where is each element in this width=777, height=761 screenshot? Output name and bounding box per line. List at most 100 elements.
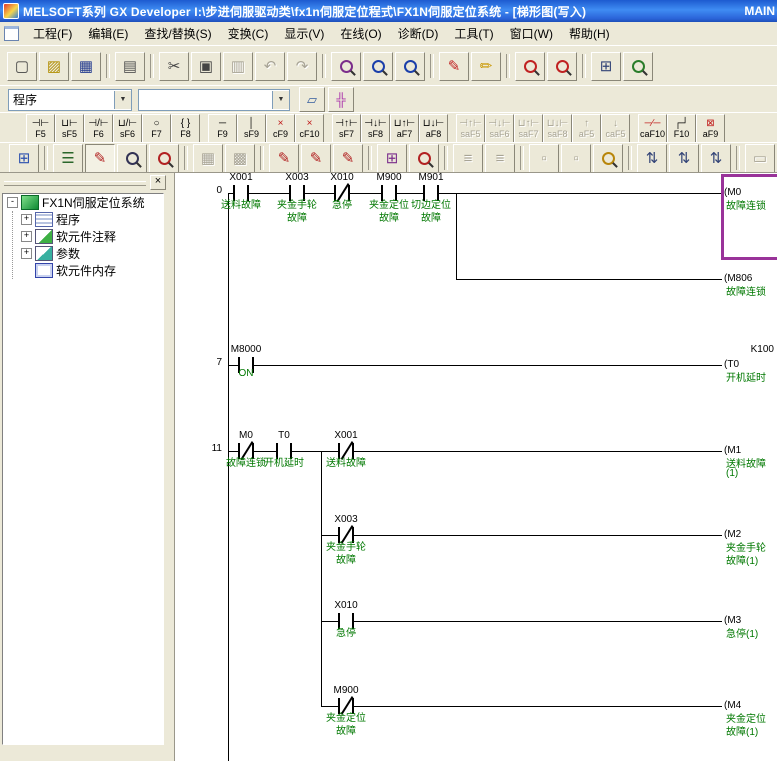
print-button[interactable]: ▤ (115, 52, 145, 81)
zoom-out-button[interactable] (515, 52, 545, 81)
menu-item[interactable]: 诊断(D) (390, 22, 447, 45)
fkey-aF8-button[interactable]: ⊔↓⊢aF8 (419, 114, 448, 143)
ladder-edit-button[interactable]: ✎ (439, 52, 469, 81)
menu-item[interactable]: 帮助(H) (561, 22, 618, 45)
menu-item[interactable]: 查找/替换(S) (136, 22, 219, 45)
tree-root-item[interactable]: -FX1N伺服定位系统 (3, 194, 163, 211)
fkey-sF7-button[interactable]: ⊣↑⊢sF7 (332, 114, 361, 143)
tree-item[interactable]: +参数 (15, 245, 163, 262)
menu-item[interactable]: 工具(T) (446, 22, 501, 45)
paste-button[interactable]: ▥ (223, 52, 253, 81)
fkey-F6-button[interactable]: ⊣/⊢F6 (84, 114, 113, 143)
mdi-child-icon[interactable] (4, 26, 19, 41)
fkey-saF8-button[interactable]: ⊔↓⊢saF8 (543, 114, 572, 143)
fkey-F8-button[interactable]: { }F8 (171, 114, 200, 143)
program-combo[interactable]: 程序 ▼ (8, 89, 132, 111)
cut-button[interactable]: ✂ (159, 52, 189, 81)
tree-expander[interactable]: + (21, 231, 32, 242)
close-panel-button[interactable]: × (150, 175, 166, 190)
comment-display-button[interactable]: ☰ (53, 144, 83, 173)
redo-button[interactable]: ↷ (287, 52, 317, 81)
parallel-closed-contact-icon: ⊔/⊢ (118, 118, 137, 129)
tree-expander[interactable]: - (7, 197, 18, 208)
fkey-sF6-button[interactable]: ⊔/⊢sF6 (113, 114, 142, 143)
tree-item[interactable]: +软元件注释 (15, 228, 163, 245)
statement-edit-button[interactable]: ✎ (85, 144, 115, 173)
find-button[interactable] (331, 52, 361, 81)
program-grid-icon: ⊞ (386, 151, 399, 166)
read-mode-button[interactable]: ▦ (193, 144, 223, 173)
sort-steps-button[interactable]: ⇅ (701, 144, 731, 173)
find-combo[interactable]: ▼ (138, 89, 290, 111)
monitor-stop-button[interactable]: ≡ (485, 144, 515, 173)
wire-horizontal (228, 365, 722, 366)
note-edit-button[interactable]: ✎ (333, 144, 363, 173)
save-project-button[interactable]: ▦ (71, 52, 101, 81)
zoom-in-button[interactable] (547, 52, 577, 81)
copy-button[interactable]: ▣ (191, 52, 221, 81)
fkey-saF5-button[interactable]: ⊣↑⊢saF5 (456, 114, 485, 143)
find-step-button[interactable] (395, 52, 425, 81)
open-project-button[interactable]: ▨ (39, 52, 69, 81)
tree-expander[interactable]: + (21, 248, 32, 259)
fkey-sF8-button[interactable]: ⊣↓⊢sF8 (361, 114, 390, 143)
tree-expander[interactable]: + (21, 214, 32, 225)
tree-item[interactable]: + 程序 (15, 211, 163, 228)
menu-item[interactable]: 编辑(E) (80, 22, 136, 45)
chevron-down-icon[interactable]: ▼ (272, 91, 289, 109)
find-device-button[interactable] (363, 52, 393, 81)
delete-box-icon: ⊠ (706, 118, 714, 129)
menu-item[interactable]: 在线(O) (332, 22, 389, 45)
device-comment-edit-button[interactable]: ✎ (269, 144, 299, 173)
fkey-aF7-button[interactable]: ⊔↑⊢aF7 (390, 114, 419, 143)
wiring-tree-button[interactable]: ╬ (328, 87, 354, 112)
chevron-down-icon[interactable]: ▼ (114, 91, 131, 109)
fkey-F10-button[interactable]: ┌┘F10 (667, 114, 696, 143)
sort-coils-button[interactable]: ⇅ (669, 144, 699, 173)
program-check-button[interactable] (593, 144, 623, 173)
fkey-label: saF8 (547, 129, 567, 139)
cascade-window-button[interactable]: ⊞ (591, 52, 621, 81)
fkey-saF7-button[interactable]: ⊔↑⊢saF7 (514, 114, 543, 143)
menu-item[interactable]: 显示(V) (276, 22, 332, 45)
fkey-caF5-button[interactable]: ↓caF5 (601, 114, 630, 143)
fkey-caF10-button[interactable]: ─∕─caF10 (638, 114, 667, 143)
menu-item[interactable]: 工程(F) (25, 22, 80, 45)
panel-grip[interactable] (4, 181, 146, 186)
ladder-pane[interactable]: 0X001送料故障X003夹金手轮故障X010急停M900夹金定位故障M901切… (174, 173, 777, 761)
monitor-start-button[interactable]: ≡ (453, 144, 483, 173)
tree-item-label: 程序 (56, 211, 80, 228)
fkey-saF6-button[interactable]: ⊣↓⊢saF6 (485, 114, 514, 143)
undo-icon: ↶ (264, 59, 277, 74)
monitor-find-button[interactable] (409, 144, 439, 173)
menu-item[interactable]: 窗口(W) (502, 22, 561, 45)
fkey-sF9-button[interactable]: │sF9 (237, 114, 266, 143)
new-project-button[interactable]: ▢ (7, 52, 37, 81)
find-contact-button[interactable] (117, 144, 147, 173)
sort-contacts-button[interactable]: ⇅ (637, 144, 667, 173)
fkey-aF5-button[interactable]: ↑aF5 (572, 114, 601, 143)
fkey-F5-button[interactable]: ⊣⊢F5 (26, 114, 55, 143)
device-comment-button[interactable]: ▱ (299, 87, 325, 112)
fkey-cF9-button[interactable]: ×cF9 (266, 114, 295, 143)
monitor-edit-button[interactable]: ✏ (471, 52, 501, 81)
write-mode-button[interactable]: ▩ (225, 144, 255, 173)
fkey-sF5-button[interactable]: ⊔⊢sF5 (55, 114, 84, 143)
toolbar-separator (444, 146, 448, 170)
tree-item[interactable]: 软元件内存 (15, 262, 163, 279)
window-prev-button[interactable]: ▫ (529, 144, 559, 173)
coil-comment: 故障(1) (726, 552, 758, 567)
menu-item[interactable]: 变换(C) (220, 22, 277, 45)
window-next-button[interactable]: ▫ (561, 144, 591, 173)
fkey-aF9-button[interactable]: ⊠aF9 (696, 114, 725, 143)
fkey-F7-button[interactable]: ○F7 (142, 114, 171, 143)
undo-button[interactable]: ↶ (255, 52, 285, 81)
ladder-list-toggle-button[interactable]: ⊞ (9, 144, 39, 173)
fkey-F9-button[interactable]: ─F9 (208, 114, 237, 143)
fkey-cF10-button[interactable]: ×cF10 (295, 114, 324, 143)
find-coil-button[interactable] (149, 144, 179, 173)
program-grid-button[interactable]: ⊞ (377, 144, 407, 173)
monitor-panel-button[interactable]: ▭ (745, 144, 775, 173)
project-find-button[interactable] (623, 52, 653, 81)
statement-write-button[interactable]: ✎ (301, 144, 331, 173)
